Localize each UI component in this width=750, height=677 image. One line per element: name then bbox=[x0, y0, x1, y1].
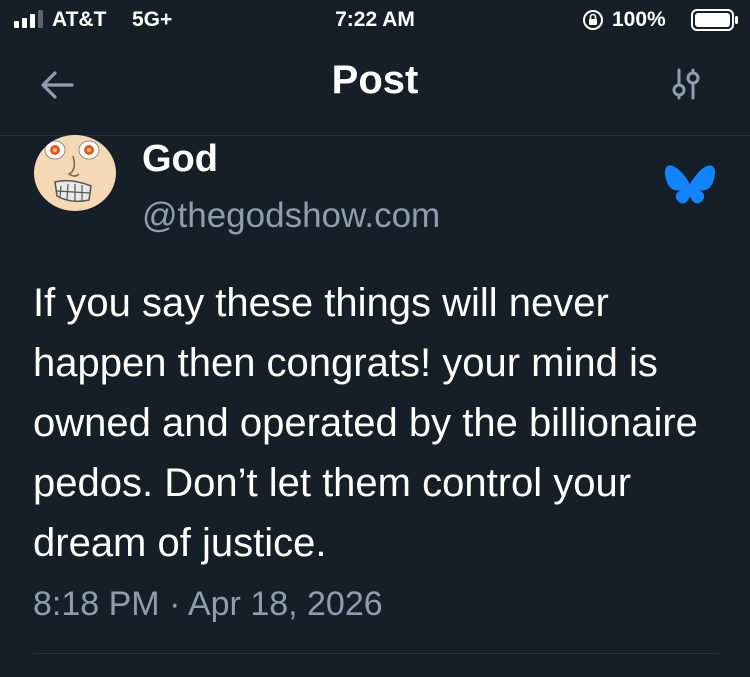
post-header: Post bbox=[0, 40, 750, 136]
page-title: Post bbox=[331, 58, 419, 102]
post-body-text: If you say these things will never happe… bbox=[33, 281, 698, 565]
avatar[interactable] bbox=[33, 134, 117, 212]
post-timestamp: 8:18 PM · Apr 18, 2026 bbox=[33, 585, 383, 623]
author-name[interactable]: God bbox=[142, 138, 218, 181]
battery-icon bbox=[691, 9, 738, 31]
status-bar: AT&T 5G+ 7:22 AM 100% bbox=[0, 0, 750, 40]
sliders-icon[interactable] bbox=[666, 64, 706, 104]
battery-percentage: 100% bbox=[612, 8, 666, 31]
divider bbox=[33, 653, 719, 654]
author-handle[interactable]: @thegodshow.com bbox=[142, 196, 440, 236]
bluesky-butterfly-icon bbox=[665, 165, 715, 204]
orientation-lock-icon bbox=[583, 10, 603, 30]
